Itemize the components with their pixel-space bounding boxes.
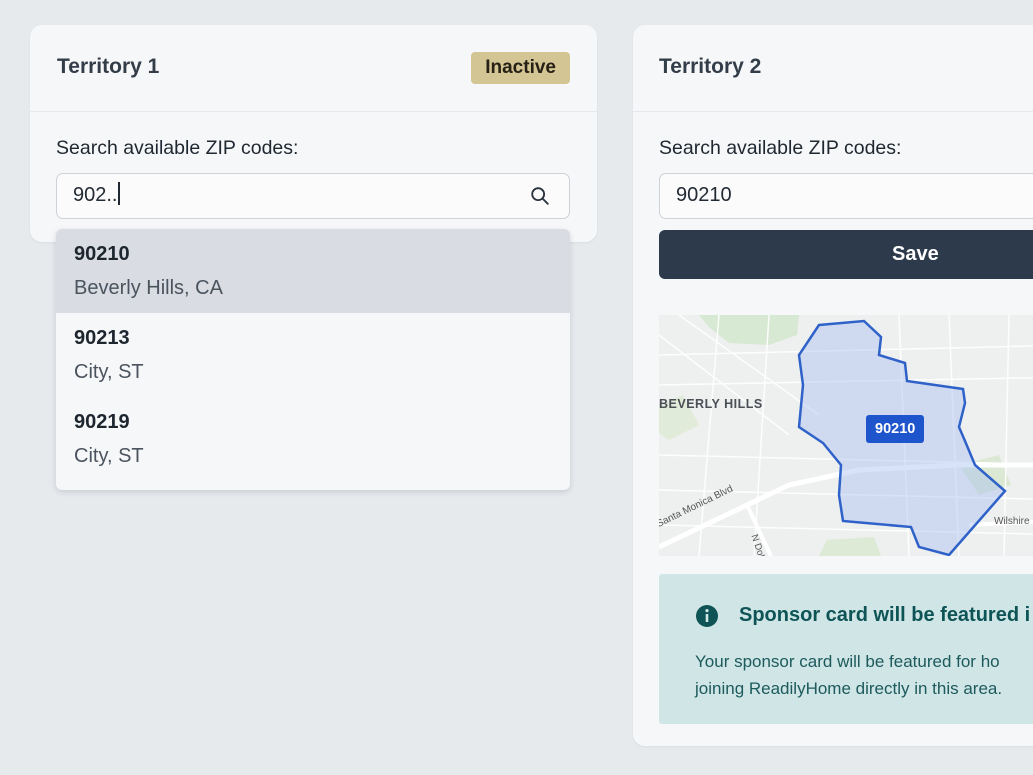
territory-2-card: Territory 2 Search available ZIP codes: … bbox=[633, 25, 1033, 746]
map-area-label: BEVERLY HILLS bbox=[659, 397, 763, 411]
zip-search-input[interactable]: 902.. bbox=[56, 173, 570, 219]
territory-2-title: Territory 2 bbox=[659, 55, 762, 78]
street-label-wilshire: Wilshire bbox=[994, 516, 1030, 527]
zip-option[interactable]: 90213 City, ST bbox=[56, 313, 570, 397]
zip-search-label-2: Search available ZIP codes: bbox=[659, 137, 902, 159]
zip-marker[interactable]: 90210 bbox=[866, 415, 925, 443]
map-canvas bbox=[659, 315, 1033, 556]
territory-1-header: Territory 1 Inactive bbox=[30, 25, 597, 112]
info-text-line-2: joining ReadilyHome directly in this are… bbox=[695, 679, 1003, 698]
zip-option[interactable]: 90210 Beverly Hills, CA bbox=[56, 229, 570, 313]
zip-option-city: City, ST bbox=[74, 361, 144, 383]
zip-option-code: 90213 bbox=[74, 327, 130, 349]
zip-search-value-2: 90210 bbox=[676, 184, 732, 206]
status-badge: Inactive bbox=[471, 52, 570, 84]
zip-option-code: 90210 bbox=[74, 243, 130, 265]
zip-option[interactable]: 90219 City, ST bbox=[56, 397, 570, 481]
info-icon bbox=[696, 605, 718, 627]
zip-map[interactable]: BEVERLY HILLS 90210 Santa Monica Blvd N … bbox=[659, 315, 1033, 556]
zip-search-value: 902.. bbox=[73, 184, 118, 206]
territory-1-card: Territory 1 Inactive Search available ZI… bbox=[30, 25, 597, 242]
zip-search-input-2[interactable]: 90210 bbox=[659, 173, 1033, 219]
zip-option-city: Beverly Hills, CA bbox=[74, 277, 223, 299]
save-button[interactable]: Save bbox=[659, 230, 1033, 279]
search-icon[interactable] bbox=[529, 185, 551, 207]
zip-option-code: 90219 bbox=[74, 411, 130, 433]
sponsor-info-banner: Sponsor card will be featured i Your spo… bbox=[659, 574, 1033, 724]
territory-2-header: Territory 2 bbox=[633, 25, 1033, 112]
zip-option-city: City, ST bbox=[74, 445, 144, 467]
info-title: Sponsor card will be featured i bbox=[739, 604, 1031, 626]
zip-search-label: Search available ZIP codes: bbox=[56, 137, 299, 159]
zip-suggestions-dropdown: 90210 Beverly Hills, CA 90213 City, ST 9… bbox=[56, 229, 570, 490]
info-text-line-1: Your sponsor card will be featured for h… bbox=[695, 652, 1000, 671]
info-text: Your sponsor card will be featured for h… bbox=[695, 648, 1033, 702]
text-caret bbox=[118, 182, 121, 205]
territory-1-title: Territory 1 bbox=[57, 55, 160, 78]
